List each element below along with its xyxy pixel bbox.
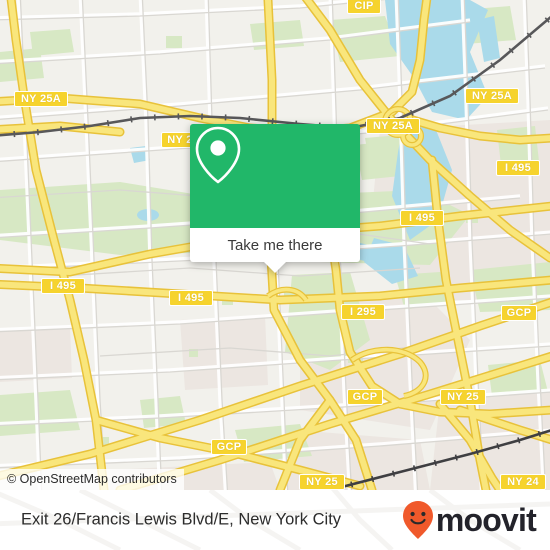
location-title: Exit 26/Francis Lewis Blvd/E, New York C… bbox=[21, 510, 342, 529]
road-shield-label: I 495 bbox=[169, 290, 213, 306]
destination-popup[interactable]: Take me there bbox=[190, 124, 360, 273]
road-shield-label: NY 25A bbox=[366, 118, 420, 134]
moovit-wordmark: moovit bbox=[435, 502, 537, 538]
footer-bar: Exit 26/Francis Lewis Blvd/E, New York C… bbox=[0, 490, 550, 550]
road-shield-label: NY 24 bbox=[500, 474, 546, 490]
popup-tail bbox=[264, 262, 286, 273]
popup-footer[interactable]: Take me there bbox=[190, 228, 360, 273]
road-shield-label: NY 25 bbox=[440, 389, 486, 405]
road-shield-label: CIP bbox=[347, 0, 381, 14]
road-shield-label: I 495 bbox=[400, 210, 444, 226]
road-shield-label: GCP bbox=[211, 439, 247, 455]
road-shield-label: NY 25A bbox=[465, 88, 519, 104]
popup-header bbox=[190, 124, 360, 228]
road-shield-label: NY 25 bbox=[299, 474, 345, 490]
road-shield-label: I 495 bbox=[41, 278, 85, 294]
osm-attribution[interactable]: © OpenStreetMap contributors bbox=[0, 469, 184, 490]
map-pin-icon bbox=[195, 126, 241, 184]
map-screenshot: CIP NY 25A NY 25A NY 2 NY 25A I 495 I 495 I 495… bbox=[0, 0, 550, 550]
road-shield-label: I 295 bbox=[341, 304, 385, 320]
map-canvas[interactable]: CIP NY 25A NY 25A NY 2 NY 25A I 495 I 495 I 495… bbox=[0, 0, 550, 490]
moovit-pin-icon bbox=[402, 501, 433, 539]
road-shield-label: NY 25A bbox=[14, 91, 68, 107]
road-shield-label: GCP bbox=[347, 389, 383, 405]
take-me-there-label: Take me there bbox=[227, 236, 323, 254]
road-shield-label: GCP bbox=[501, 305, 537, 321]
moovit-logo[interactable]: moovit bbox=[401, 500, 537, 540]
road-shield-label: I 495 bbox=[496, 160, 540, 176]
